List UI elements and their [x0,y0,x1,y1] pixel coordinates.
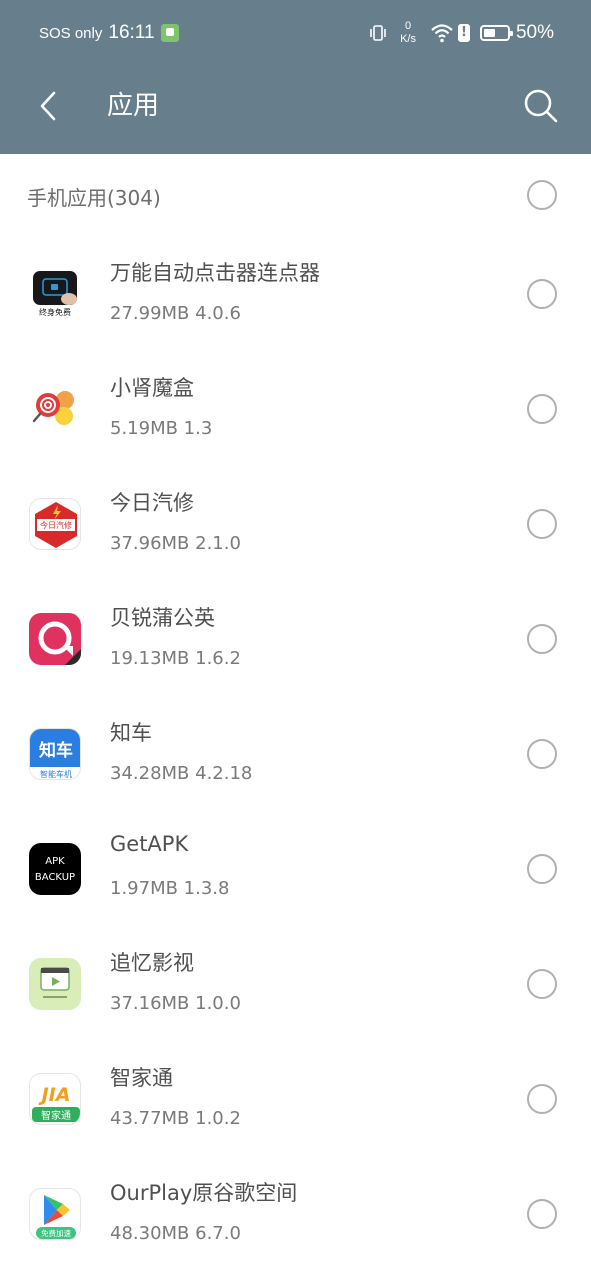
app-name: 今日汽修 [110,491,194,515]
select-radio[interactable] [527,624,557,654]
auto-repair-icon-text: 今日汽修 [40,520,72,530]
video-app-icon [29,958,81,1010]
app-meta: 34.28MB 4.2.18 [110,763,253,784]
battery-level [483,29,495,37]
select-radio[interactable] [527,969,557,999]
select-radio[interactable] [527,854,557,884]
app-name: 知车 [110,721,152,745]
ourplay-app-icon: 免费加速 [29,1188,81,1240]
dandelion-app-icon [29,613,81,665]
app-name: 贝锐蒲公英 [110,606,215,630]
select-radio[interactable] [527,739,557,769]
app-name: 小肾魔盒 [110,376,194,400]
app-meta: 48.30MB 6.7.0 [110,1223,241,1244]
app-meta: 37.16MB 1.0.0 [110,993,241,1014]
notification-app-icon [160,24,179,42]
chevron-left-icon [40,91,56,121]
list-item[interactable]: 免费加速 OurPlay原谷歌空间 48.30MB 6.7.0 [0,1156,591,1271]
app-meta: 43.77MB 1.0.2 [110,1108,241,1129]
auto-repair-app-icon: 今日汽修 [29,498,81,550]
status-right: 0 K/s 50% [368,18,554,48]
section-label: 手机应用(304) [27,186,161,210]
app-meta: 1.97MB 1.3.8 [110,878,230,899]
ourplay-icon-text: 免费加速 [41,1228,71,1238]
carrier-text: SOS only [39,24,103,42]
app-name: OurPlay原谷歌空间 [110,1181,298,1205]
select-radio[interactable] [527,279,557,309]
page-title: 应用 [107,91,160,121]
app-name: 追忆影视 [110,951,194,975]
back-button[interactable] [28,84,68,128]
list-item[interactable]: 追忆影视 37.16MB 1.0.0 [0,926,591,1041]
search-icon [524,89,558,123]
list-item[interactable]: 知车 智能车机 知车 34.28MB 4.2.18 [0,696,591,811]
list-item[interactable]: APK BACKUP GetAPK 1.97MB 1.3.8 [0,811,591,926]
lollipop-app-icon [29,383,81,435]
app-meta: 37.96MB 2.1.0 [110,533,241,554]
alert-icon [457,24,470,42]
zhijiatong-app-icon: JIA 智家通 [29,1073,81,1125]
battery-percent: 50% [515,22,554,43]
app-meta: 19.13MB 1.6.2 [110,648,241,669]
zhijiatong-icon-subtext: 智家通 [41,1109,71,1122]
app-meta: 5.19MB 1.3 [110,418,213,439]
list-item[interactable]: 小肾魔盒 5.19MB 1.3 [0,351,591,466]
list-item[interactable]: 贝锐蒲公英 19.13MB 1.6.2 [0,581,591,696]
network-speed-unit: K/s [400,33,416,45]
vibrate-icon [370,25,386,41]
list-item[interactable]: 终身免费 万能自动点击器连点器 27.99MB 4.0.6 [0,236,591,351]
list-item[interactable]: 今日汽修 今日汽修 37.96MB 2.1.0 [0,466,591,581]
clock: 16:11 [108,22,155,43]
getapk-icon-text: APK [45,856,65,867]
select-all-radio[interactable] [527,180,557,210]
zhiche-icon-text: 知车 [38,740,73,761]
search-button[interactable] [521,84,561,128]
app-meta: 27.99MB 4.0.6 [110,303,241,324]
select-radio[interactable] [527,394,557,424]
app-name: 万能自动点击器连点器 [110,261,320,285]
network-speed: 0 K/s [400,20,416,46]
wifi-icon [431,24,453,43]
network-speed-value: 0 [404,20,412,32]
select-radio[interactable] [527,1084,557,1114]
getapk-icon-subtext: BACKUP [35,872,75,883]
zhijiatong-icon-text: JIA [38,1084,71,1106]
app-bar: 应用 [0,66,591,154]
select-radio[interactable] [527,509,557,539]
auto-clicker-icon-text: 终身免费 [39,307,71,317]
select-radio[interactable] [527,1199,557,1229]
zhiche-icon-subtext: 智能车机 [40,769,72,779]
auto-clicker-app-icon: 终身免费 [29,268,81,320]
status-bar: SOS only 16:11 0 K/s 50% [0,0,591,66]
section-header: 手机应用(304) [0,154,591,236]
zhiche-app-icon: 知车 智能车机 [29,728,81,780]
app-name: 智家通 [110,1066,173,1090]
status-left: SOS only 16:11 [39,20,179,46]
battery-icon [479,25,513,41]
list-item[interactable]: JIA 智家通 智家通 43.77MB 1.0.2 [0,1041,591,1156]
battery-tip [509,31,513,36]
app-name: GetAPK [110,832,189,856]
getapk-app-icon: APK BACKUP [29,843,81,895]
